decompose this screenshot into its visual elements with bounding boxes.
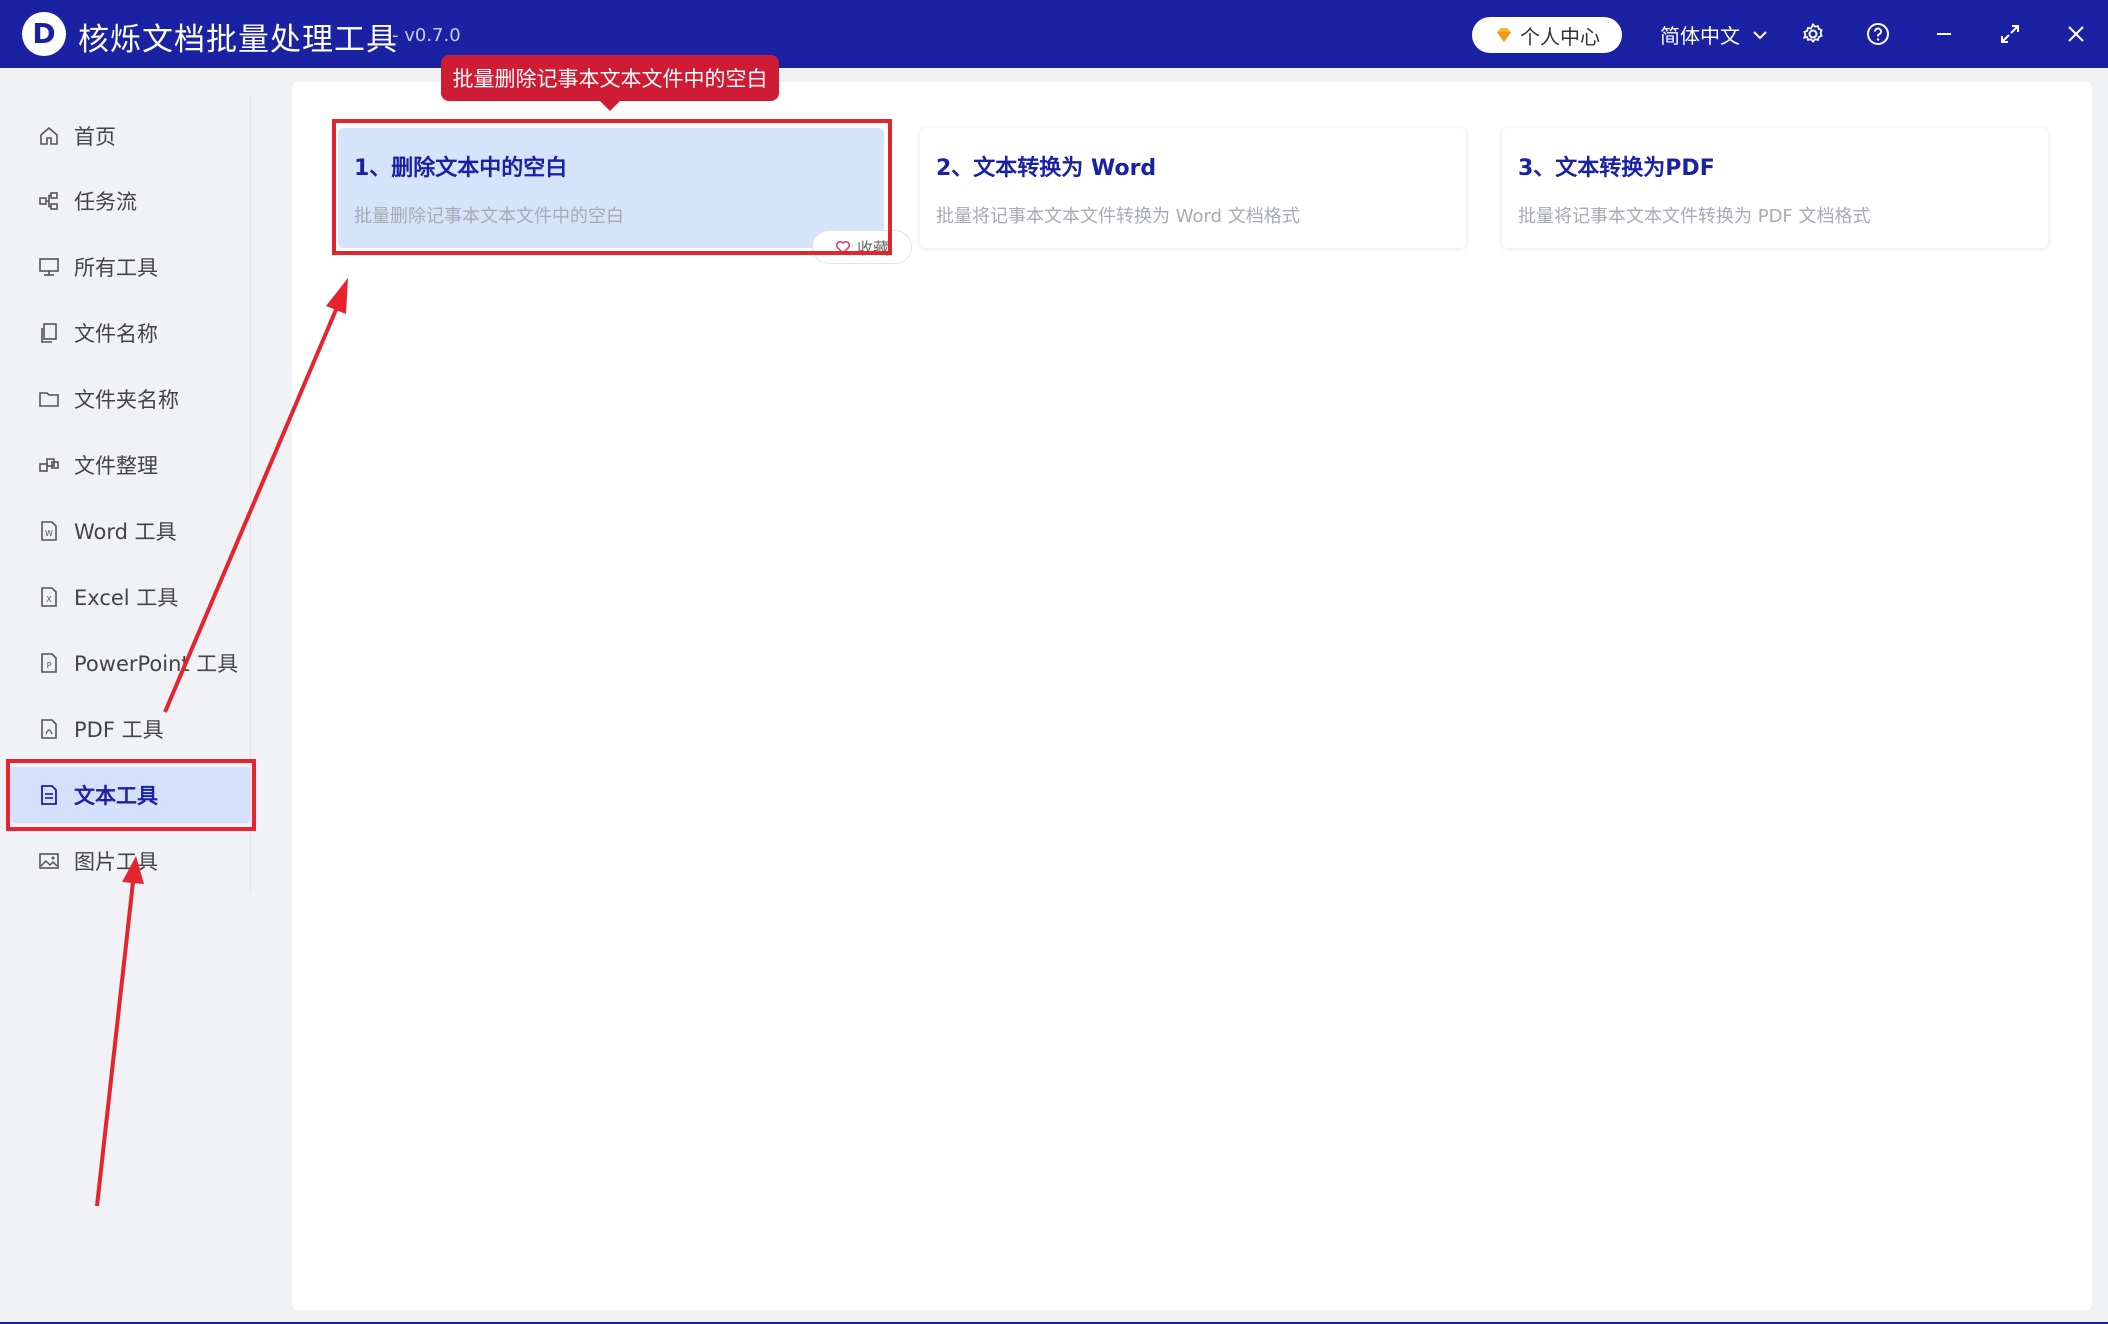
language-label: 简体中文 [1660, 24, 1740, 48]
sidebar-item-label: 文件整理 [74, 454, 158, 478]
tool-card-text-to-pdf[interactable]: 3、文本转换为PDF 批量将记事本文本文件转换为 PDF 文档格式 [1502, 128, 2048, 248]
sidebar-item-home[interactable]: 首页 [10, 108, 250, 164]
tool-card-remove-whitespace[interactable]: 1、删除文本中的空白 批量删除记事本文本文件中的空白 [338, 128, 884, 248]
sidebar-item-workflow[interactable]: 任务流 [10, 173, 250, 229]
card-title: 1、删除文本中的空白 [354, 156, 568, 181]
svg-text:W: W [45, 529, 53, 538]
sidebar-item-text-tools[interactable]: 文本工具 [10, 767, 250, 823]
sidebar-item-excel-tools[interactable]: X Excel 工具 [10, 569, 250, 625]
chevron-down-icon [1753, 30, 1767, 39]
pdf-file-icon [41, 719, 57, 739]
language-select[interactable]: 简体中文 [1660, 20, 1768, 49]
sidebar-item-label: 所有工具 [74, 256, 158, 280]
sidebar-divider [250, 96, 251, 892]
sidebar-item-powerpoint-tools[interactable]: P PowerPoint 工具 [10, 635, 250, 691]
sidebar-item-pdf-tools[interactable]: PDF 工具 [10, 701, 250, 757]
folder-icon [39, 392, 59, 407]
sidebar-item-file-organize[interactable]: 文件整理 [10, 437, 250, 493]
sidebar-item-label: PowerPoint 工具 [74, 652, 239, 676]
card-title: 3、文本转换为PDF [1518, 156, 1715, 181]
image-icon [39, 853, 59, 869]
sidebar-item-label: 首页 [74, 125, 116, 149]
user-center-label: 个人中心 [1520, 24, 1600, 49]
sidebar-item-label: 任务流 [74, 190, 137, 214]
home-icon [40, 126, 58, 145]
sidebar-item-label: Excel 工具 [74, 586, 179, 610]
help-icon[interactable] [1864, 20, 1892, 48]
sidebar-item-file-name[interactable]: 文件名称 [10, 305, 250, 361]
card-description: 批量将记事本文本文件转换为 Word 文档格式 [936, 206, 1300, 227]
sidebar-item-image-tools[interactable]: 图片工具 [10, 833, 250, 889]
favorite-label: 收藏 [856, 239, 889, 258]
sidebar-item-all-tools[interactable]: 所有工具 [10, 239, 250, 295]
tool-card-text-to-word[interactable]: 2、文本转换为 Word 批量将记事本文本文件转换为 Word 文档格式 [920, 128, 1466, 248]
sidebar-item-folder-name[interactable]: 文件夹名称 [10, 371, 250, 427]
excel-file-icon: X [41, 587, 57, 607]
workflow-icon [39, 192, 58, 210]
heart-icon [835, 240, 851, 255]
user-center-button[interactable]: 个人中心 [1472, 17, 1622, 53]
sidebar-item-label: Word 工具 [74, 520, 177, 544]
app-version: - v0.7.0 [392, 25, 461, 46]
app-logo-icon: D [22, 12, 66, 56]
favorite-button[interactable]: 收藏 [812, 230, 912, 264]
organize-icon [39, 458, 59, 472]
svg-text:P: P [47, 661, 52, 670]
sidebar-item-label: PDF 工具 [74, 718, 164, 742]
card-tooltip: 批量删除记事本文本文件中的空白 [441, 55, 779, 111]
app-title: 核烁文档批量处理工具 [78, 22, 398, 58]
card-description: 批量删除记事本文本文件中的空白 [354, 206, 624, 227]
sidebar-item-word-tools[interactable]: W Word 工具 [10, 503, 250, 559]
svg-text:X: X [46, 595, 52, 604]
maximize-icon[interactable] [1996, 20, 2024, 48]
ppt-file-icon: P [41, 653, 57, 673]
sidebar-item-label: 文件夹名称 [74, 388, 179, 412]
title-bar: D 核烁文档批量处理工具 - v0.7.0 个人中心 简体中文 [0, 0, 2108, 68]
sidebar-item-label: 图片工具 [74, 850, 158, 874]
sidebar-item-label: 文件名称 [74, 322, 158, 346]
diamond-icon [1497, 28, 1511, 42]
card-description: 批量将记事本文本文件转换为 PDF 文档格式 [1518, 206, 1871, 227]
settings-gear-icon[interactable] [1799, 20, 1827, 48]
text-file-icon [41, 785, 57, 805]
minimize-icon[interactable] [1930, 20, 1958, 48]
close-icon[interactable] [2062, 20, 2090, 48]
monitor-icon [39, 258, 59, 276]
card-title: 2、文本转换为 Word [936, 156, 1157, 181]
word-file-icon: W [41, 521, 57, 541]
sidebar-item-label: 文本工具 [74, 784, 158, 808]
file-copy-icon [41, 323, 57, 343]
main-content-panel: 1、删除文本中的空白 批量删除记事本文本文件中的空白 2、文本转换为 Word … [292, 82, 2092, 1310]
